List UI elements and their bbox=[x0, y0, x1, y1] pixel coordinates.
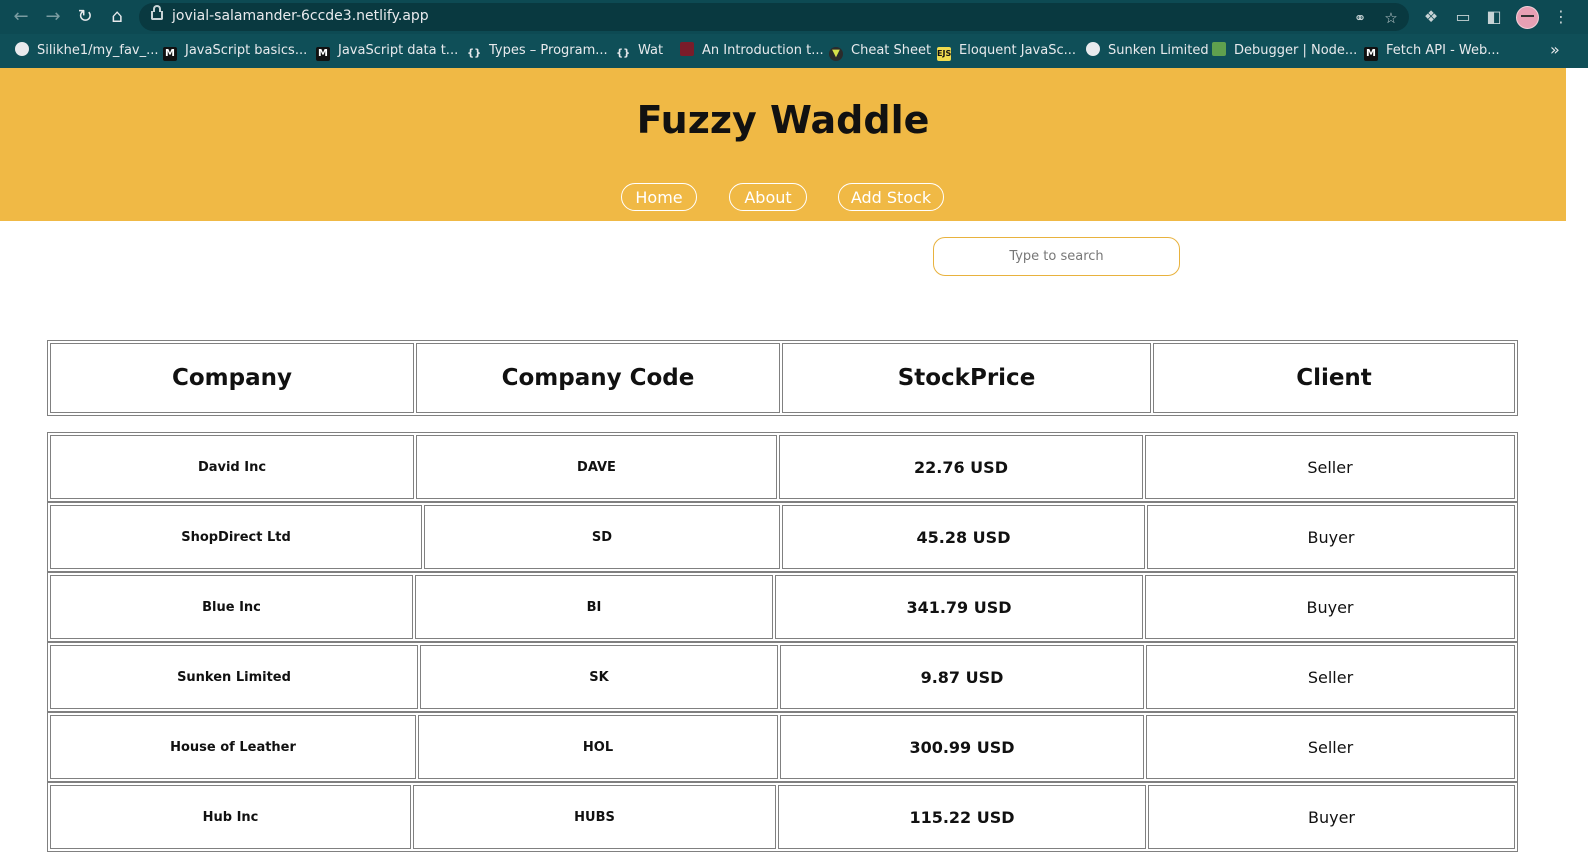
bookmark-item[interactable]: M Fetch API - Web... bbox=[1364, 42, 1500, 61]
forward-arrow-icon[interactable]: → bbox=[41, 5, 65, 29]
node-icon bbox=[1212, 42, 1226, 56]
bookmark-item[interactable]: EJS Eloquent JavaSc... bbox=[937, 42, 1076, 61]
browser-toolbar: ← → ↻ ⌂ jovial-salamander-6ccde3.netlify… bbox=[0, 0, 1588, 34]
cell-company-code: HUBS bbox=[413, 785, 776, 849]
medium-icon: M bbox=[163, 47, 177, 61]
site-header: Fuzzy Waddle Home About Add Stock bbox=[0, 68, 1566, 221]
cell-company: David Inc bbox=[50, 435, 414, 499]
cell-stock-price: 341.79 USD bbox=[775, 575, 1143, 639]
page-icon bbox=[680, 42, 694, 56]
lock-icon bbox=[151, 5, 163, 20]
globe-icon bbox=[1086, 42, 1100, 56]
cell-stock-price: 45.28 USD bbox=[782, 505, 1145, 569]
bookmark-item[interactable]: Debugger | Node... bbox=[1212, 42, 1357, 60]
address-bar[interactable]: jovial-salamander-6ccde3.netlify.app ⚭ ☆ bbox=[139, 3, 1409, 31]
bookmark-label: Sunken Limited bbox=[1108, 43, 1209, 58]
share-icon[interactable]: ⚭ bbox=[1350, 8, 1370, 28]
cell-company-code: BI bbox=[415, 575, 773, 639]
cell-client: Seller bbox=[1146, 645, 1515, 709]
bookmark-label: Fetch API - Web... bbox=[1386, 43, 1500, 58]
bookmark-label: Wat bbox=[638, 43, 664, 58]
site-title: Fuzzy Waddle bbox=[636, 98, 930, 142]
back-arrow-icon[interactable]: ← bbox=[9, 5, 33, 29]
braces-icon: {} bbox=[467, 48, 482, 59]
cell-company-code: DAVE bbox=[416, 435, 777, 499]
cell-stock-price: 9.87 USD bbox=[780, 645, 1144, 709]
bookmark-item[interactable]: Sunken Limited bbox=[1086, 42, 1209, 60]
cell-company-code: SD bbox=[424, 505, 780, 569]
table-row: Blue Inc BI 341.79 USD Buyer bbox=[47, 572, 1518, 642]
column-header-stockprice: StockPrice bbox=[782, 343, 1151, 413]
bookmark-label: Types – Program... bbox=[489, 43, 608, 58]
bookmarks-bar: Silikhe1/my_fav_... M JavaScript basics..… bbox=[0, 34, 1588, 68]
cell-stock-price: 115.22 USD bbox=[778, 785, 1146, 849]
bookmark-item[interactable]: {} Wat bbox=[616, 42, 663, 60]
bookmark-label: JavaScript basics... bbox=[185, 43, 308, 58]
cell-client: Seller bbox=[1146, 715, 1515, 779]
github-icon bbox=[15, 42, 29, 56]
cell-client: Buyer bbox=[1147, 505, 1515, 569]
bookmark-item[interactable]: M JavaScript basics... bbox=[163, 42, 308, 61]
medium-icon: M bbox=[316, 47, 330, 61]
cast-icon[interactable]: ▭ bbox=[1452, 6, 1474, 28]
stock-table-header: Company Company Code StockPrice Client bbox=[47, 340, 1518, 416]
cell-client: Buyer bbox=[1148, 785, 1515, 849]
cell-company-code: HOL bbox=[418, 715, 778, 779]
bookmark-label: Cheat Sheet bbox=[851, 43, 932, 58]
extensions-icon[interactable]: ❖ bbox=[1420, 6, 1442, 28]
profile-avatar-icon[interactable] bbox=[1516, 6, 1539, 29]
cell-client: Seller bbox=[1145, 435, 1515, 499]
page-scrollbar[interactable] bbox=[1566, 68, 1588, 829]
bookmark-item[interactable]: ▼ Cheat Sheet bbox=[829, 42, 932, 61]
nav-add-stock-button[interactable]: Add Stock bbox=[838, 183, 944, 211]
search-input[interactable] bbox=[933, 237, 1180, 276]
bookmark-item[interactable]: M JavaScript data t... bbox=[316, 42, 459, 61]
cell-stock-price: 300.99 USD bbox=[780, 715, 1144, 779]
side-panel-icon[interactable]: ◧ bbox=[1483, 6, 1505, 28]
shield-icon: ▼ bbox=[829, 47, 843, 61]
column-header-company-code: Company Code bbox=[416, 343, 780, 413]
nav-home-button[interactable]: Home bbox=[621, 183, 697, 211]
bookmark-item[interactable]: An Introduction t... bbox=[680, 42, 824, 60]
braces-icon: {} bbox=[616, 48, 631, 59]
cell-company: House of Leather bbox=[50, 715, 416, 779]
column-header-company: Company bbox=[50, 343, 414, 413]
column-header-client: Client bbox=[1153, 343, 1515, 413]
table-row: Sunken Limited SK 9.87 USD Seller bbox=[47, 642, 1518, 712]
table-row: House of Leather HOL 300.99 USD Seller bbox=[47, 712, 1518, 782]
cell-client: Buyer bbox=[1145, 575, 1515, 639]
home-icon[interactable]: ⌂ bbox=[105, 5, 129, 29]
menu-kebab-icon[interactable]: ⋮ bbox=[1553, 7, 1569, 26]
cell-company-code: SK bbox=[420, 645, 778, 709]
cell-company: Sunken Limited bbox=[50, 645, 418, 709]
bookmark-item[interactable]: Silikhe1/my_fav_... bbox=[15, 42, 159, 60]
bookmark-label: Debugger | Node... bbox=[1234, 43, 1358, 58]
reload-icon[interactable]: ↻ bbox=[73, 5, 97, 29]
cell-company: Hub Inc bbox=[50, 785, 411, 849]
address-url[interactable]: jovial-salamander-6ccde3.netlify.app bbox=[172, 8, 429, 24]
bookmarks-overflow-icon[interactable]: » bbox=[1550, 40, 1560, 59]
ejs-icon: EJS bbox=[937, 47, 951, 61]
bookmark-label: An Introduction t... bbox=[702, 43, 824, 58]
table-row: ShopDirect Ltd SD 45.28 USD Buyer bbox=[47, 502, 1518, 572]
cell-company: Blue Inc bbox=[50, 575, 413, 639]
bookmark-item[interactable]: {} Types – Program... bbox=[467, 42, 608, 60]
medium-icon: M bbox=[1364, 47, 1378, 61]
nav-about-button[interactable]: About bbox=[729, 183, 807, 211]
cell-stock-price: 22.76 USD bbox=[779, 435, 1143, 499]
table-row: David Inc DAVE 22.76 USD Seller bbox=[47, 432, 1518, 502]
cell-company: ShopDirect Ltd bbox=[50, 505, 422, 569]
bookmark-label: Silikhe1/my_fav_... bbox=[37, 43, 159, 58]
bookmark-label: JavaScript data t... bbox=[338, 43, 459, 58]
table-row: Hub Inc HUBS 115.22 USD Buyer bbox=[47, 782, 1518, 852]
bookmark-label: Eloquent JavaSc... bbox=[959, 43, 1076, 58]
bookmark-star-icon[interactable]: ☆ bbox=[1381, 8, 1401, 28]
